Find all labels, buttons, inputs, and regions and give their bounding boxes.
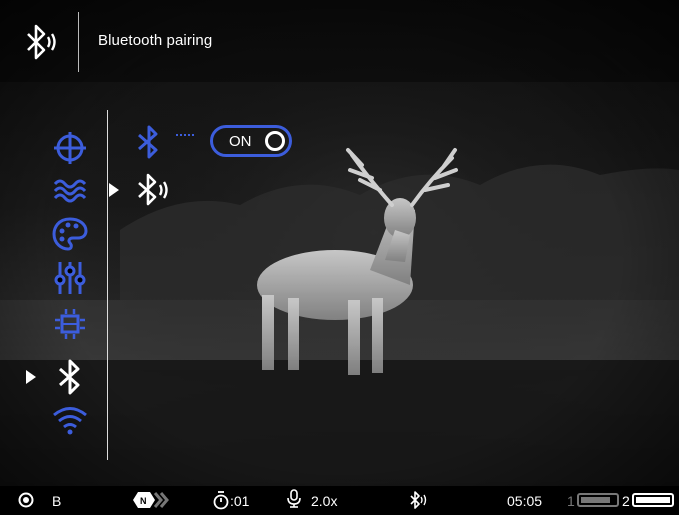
bluetooth-sound-icon [138, 173, 168, 206]
page-title: Bluetooth pairing [98, 32, 213, 49]
battery-1-indicator [577, 493, 619, 507]
bluetooth-pairing-item[interactable] [134, 170, 178, 210]
svg-text:N: N [140, 496, 147, 506]
stream-icon: N [133, 492, 169, 508]
menu-item-palette[interactable] [48, 214, 92, 254]
battery-2-fill [636, 497, 670, 503]
sliders-icon [54, 262, 86, 294]
bluetooth-toggle[interactable]: ON [210, 125, 292, 157]
wifi-icon [53, 407, 87, 435]
menu-item-waves[interactable] [48, 170, 92, 210]
menu-item-sliders[interactable] [48, 258, 92, 298]
bluetooth-sound-icon [27, 24, 56, 60]
battery-1-fill [581, 497, 610, 503]
submenu-selection-caret [109, 183, 119, 197]
mode-label: B [52, 493, 62, 509]
selection-caret [26, 370, 36, 384]
timer-icon [213, 491, 229, 510]
top-bar: Bluetooth pairing [0, 0, 679, 82]
palette-icon [52, 217, 88, 251]
menu-item-wifi[interactable] [48, 400, 92, 440]
toggle-knob [265, 131, 285, 151]
header-divider [78, 12, 79, 72]
bluetooth-status-icon-wrap [134, 124, 164, 160]
reticle-icon [54, 132, 86, 164]
battery-2-label: 2 [622, 493, 630, 509]
menu-divider [107, 110, 108, 460]
menu-item-reticle[interactable] [48, 128, 92, 168]
toggle-label: ON [229, 133, 252, 150]
bluetooth-icon [59, 359, 80, 395]
record-icon [18, 492, 34, 508]
bluetooth-icon [138, 125, 158, 159]
menu-item-bluetooth[interactable] [48, 357, 92, 397]
battery-1-label: 1 [567, 493, 575, 509]
clock-time: 05:05 [507, 493, 543, 509]
status-bar: B N :01 2.0x 05:05 1 2 [0, 486, 679, 515]
zoom-value: 2.0x [311, 493, 338, 509]
menu-item-chip[interactable] [48, 304, 92, 344]
microphone-icon [287, 489, 301, 508]
bluetooth-sound-icon [410, 491, 427, 509]
battery-2-indicator [632, 493, 674, 507]
thermal-viewport: Bluetooth pairing ON B N:01 2.0x 05:05 … [0, 0, 679, 515]
waves-icon [53, 179, 87, 203]
connector-dots [176, 134, 194, 136]
chip-icon [55, 309, 85, 339]
timer-value: :01 [230, 493, 250, 509]
